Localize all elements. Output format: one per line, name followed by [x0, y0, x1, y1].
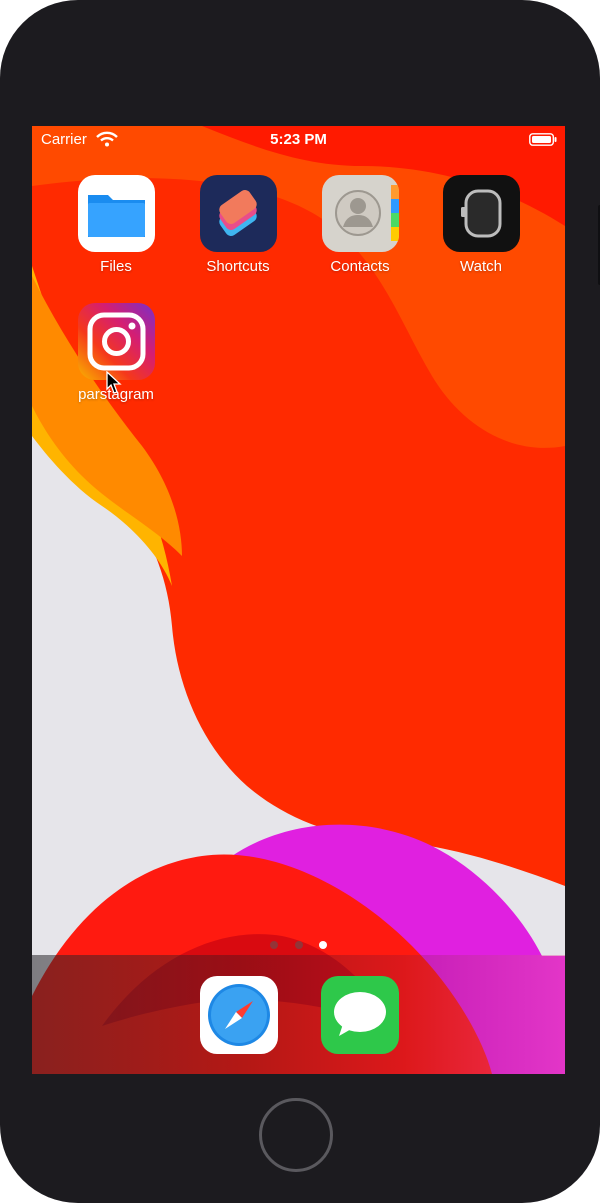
contacts-icon — [321, 175, 399, 252]
page-indicator[interactable] — [32, 936, 565, 954]
shortcuts-icon — [199, 175, 277, 252]
home-button[interactable] — [259, 1098, 333, 1172]
messages-icon[interactable] — [321, 976, 399, 1054]
app-files[interactable]: Files — [61, 175, 171, 275]
files-icon — [77, 175, 155, 252]
app-watch[interactable]: Watch — [426, 175, 536, 275]
battery-icon — [529, 133, 557, 146]
home-screen: Carrier 5:23 PM Files Shortcuts Contacts… — [32, 126, 565, 1074]
phone-frame: Carrier 5:23 PM Files Shortcuts Contacts… — [0, 0, 600, 1203]
page-dot[interactable] — [270, 941, 279, 949]
app-label: Contacts — [330, 258, 390, 275]
safari-icon[interactable] — [200, 976, 278, 1054]
app-label: Watch — [460, 258, 502, 275]
app-contacts[interactable]: Contacts — [305, 175, 415, 275]
app-shortcuts[interactable]: Shortcuts — [183, 175, 293, 275]
mouse-cursor-icon — [106, 371, 122, 394]
watch-icon — [442, 175, 520, 252]
status-time: 5:23 PM — [270, 131, 327, 148]
status-bar: Carrier 5:23 PM — [32, 126, 565, 154]
page-dot-active[interactable] — [318, 941, 327, 949]
app-label: Shortcuts — [206, 258, 270, 275]
instagram-icon — [77, 303, 155, 380]
dock — [32, 955, 565, 1074]
app-label: Files — [100, 258, 132, 275]
page-dot[interactable] — [294, 941, 303, 949]
